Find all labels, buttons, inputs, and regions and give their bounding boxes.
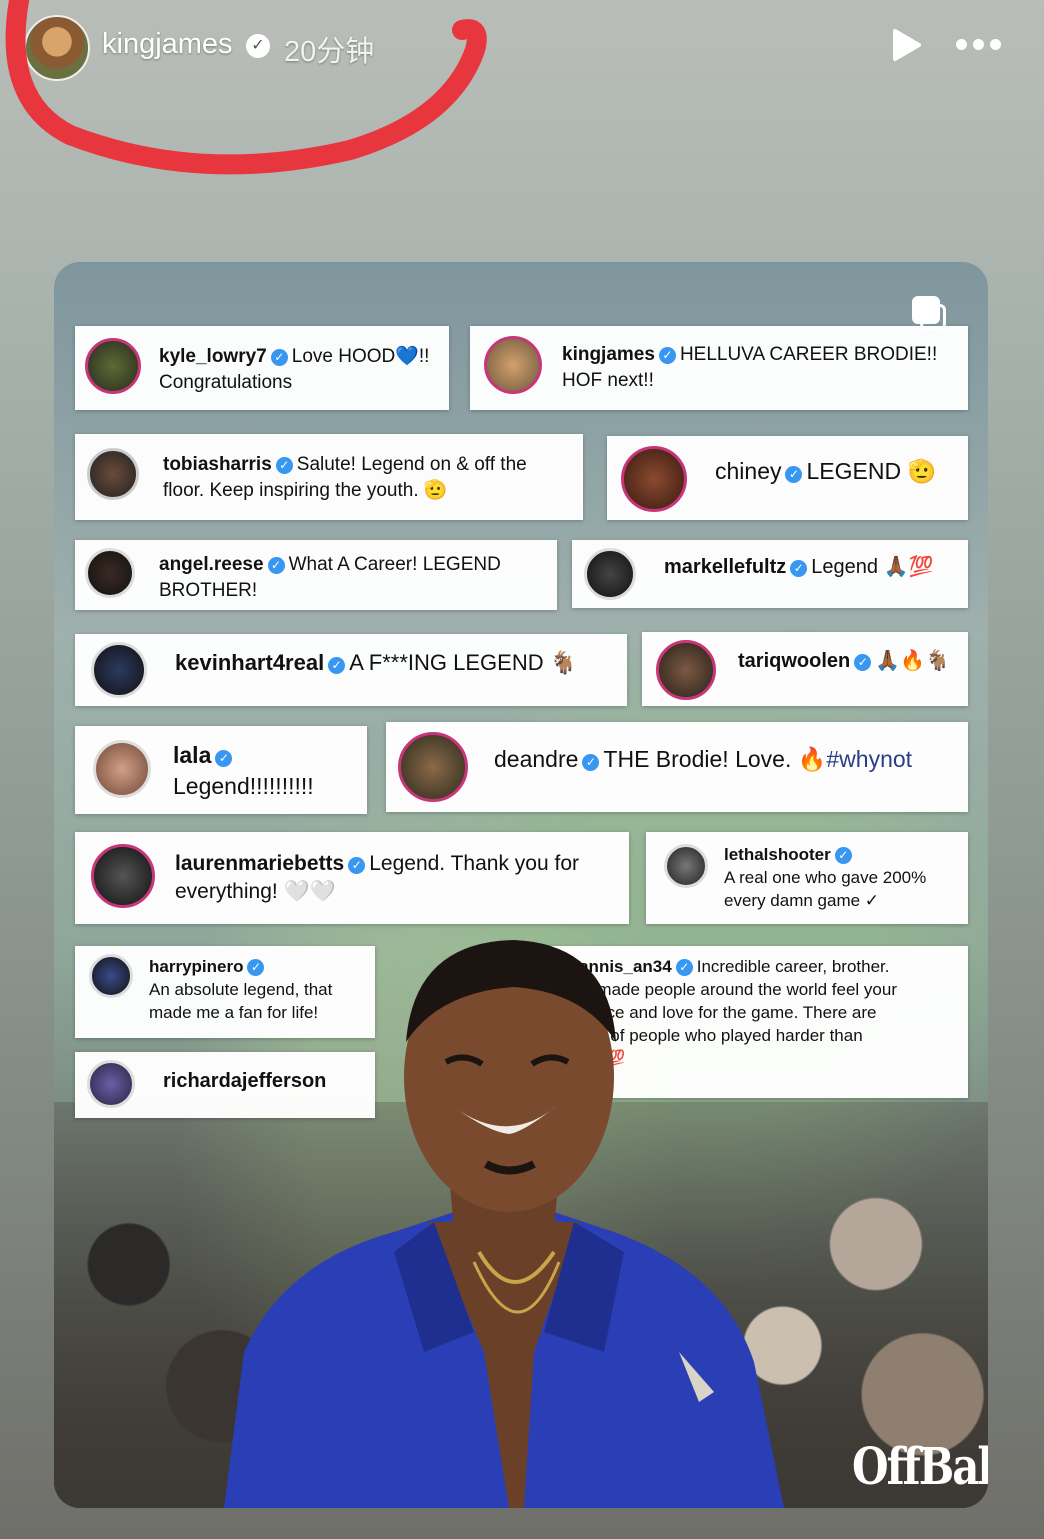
verified-icon: ✓ xyxy=(246,34,270,58)
comment-text: THE Brodie! Love. 🔥 xyxy=(603,746,827,772)
hashtag-link[interactable]: #whynot xyxy=(826,746,912,772)
avatar xyxy=(85,548,135,598)
comment-text: 🙏🏾🔥🐐 xyxy=(875,650,950,672)
avatar xyxy=(91,844,155,908)
comment-text: LEGEND 🫡 xyxy=(806,458,937,484)
comment-username[interactable]: tariqwoolen xyxy=(738,650,850,672)
comment-card: lala ✓ Legend!!!!!!!!!! xyxy=(75,726,367,814)
post-image-card[interactable]: kyle_lowry7 ✓ Love HOOD💙!! Congratulations… xyxy=(54,262,988,1508)
comment-username[interactable]: lala xyxy=(173,742,211,768)
comment-username[interactable]: chiney xyxy=(715,458,781,484)
verified-icon: ✓ xyxy=(658,347,676,364)
avatar xyxy=(85,338,141,394)
avatar xyxy=(664,844,708,888)
comment-text: A F***ING LEGEND 🐐 xyxy=(349,650,578,675)
verified-icon: ✓ xyxy=(275,457,293,474)
verified-icon: ✓ xyxy=(785,466,803,483)
avatar xyxy=(91,642,147,698)
comment-username[interactable]: angel.reese xyxy=(159,554,264,575)
offball-logo: OffBall xyxy=(852,1437,988,1496)
comment-text: BROTHER! xyxy=(159,579,258,601)
avatar xyxy=(89,954,133,998)
avatar xyxy=(398,732,468,802)
comment-card: chiney ✓ LEGEND 🫡 xyxy=(607,436,968,520)
verified-icon: ✓ xyxy=(854,654,872,671)
avatar xyxy=(584,548,636,600)
comment-card: angel.reese ✓ What A Career! LEGEND BROTHE… xyxy=(75,540,557,610)
comment-username[interactable]: tobiasharris xyxy=(163,454,272,475)
comment-text: HOF next!! xyxy=(562,369,654,391)
comment-card: kyle_lowry7 ✓ Love HOOD💙!! Congratulations xyxy=(75,326,449,410)
comment-card: tariqwoolen ✓ 🙏🏾🔥🐐 xyxy=(642,632,968,706)
comment-username[interactable]: lethalshooter xyxy=(724,845,831,864)
comment-text: Legend. Thank you for xyxy=(369,852,579,875)
avatar xyxy=(93,740,151,798)
comment-card: deandre ✓ THE Brodie! Love. 🔥#whynot xyxy=(386,722,968,812)
avatar xyxy=(87,1060,135,1108)
comment-text: HELLUVA CAREER BRODIE!! xyxy=(679,344,938,365)
comment-card: markellefultz ✓ Legend 🙏🏾💯 xyxy=(572,540,968,608)
athlete-photo xyxy=(224,940,784,1508)
verified-icon: ✓ xyxy=(348,857,366,874)
verified-icon: ✓ xyxy=(328,657,346,674)
comment-username[interactable]: markellefultz xyxy=(664,556,786,578)
comment-card: kevinhart4real ✓ A F***ING LEGEND 🐐 xyxy=(75,634,627,706)
comment-text: Congratulations xyxy=(159,371,293,393)
play-icon[interactable] xyxy=(890,28,922,62)
comment-text: Legend 🙏🏾💯 xyxy=(811,556,934,578)
verified-icon: ✓ xyxy=(582,754,600,771)
comment-card: kingjames ✓ HELLUVA CAREER BRODIE!! HOF ne… xyxy=(470,326,968,410)
comment-username[interactable]: kingjames xyxy=(562,344,655,365)
avatar xyxy=(621,446,687,512)
story-header: kingjames ✓ 20分钟 xyxy=(0,0,1044,100)
verified-icon: ✓ xyxy=(790,560,808,577)
comment-username[interactable]: kevinhart4real xyxy=(175,650,324,675)
verified-icon: ✓ xyxy=(215,750,233,767)
avatar xyxy=(87,448,139,500)
comment-text: What A Career! LEGEND xyxy=(288,554,501,575)
comment-text: A real one who gave 200% xyxy=(724,867,927,887)
avatar[interactable] xyxy=(24,15,90,81)
more-icon[interactable] xyxy=(954,30,1002,60)
timestamp: 20分钟 xyxy=(284,36,375,68)
comment-text: floor. Keep inspiring the youth. 🫡 xyxy=(163,479,448,501)
comment-card: lethalshooter ✓ A real one who gave 200% … xyxy=(646,832,968,924)
comment-username[interactable]: deandre xyxy=(494,746,578,772)
avatar xyxy=(656,640,716,700)
comment-text: Salute! Legend on & off the xyxy=(296,454,527,475)
comment-username[interactable]: laurenmariebetts xyxy=(175,852,344,875)
comment-text: everything! 🤍🤍 xyxy=(175,880,336,904)
comment-card: tobiasharris ✓ Salute! Legend on & off the… xyxy=(75,434,583,520)
comment-username[interactable]: kyle_lowry7 xyxy=(159,346,267,367)
verified-icon: ✓ xyxy=(270,349,288,366)
username[interactable]: kingjames xyxy=(102,28,233,61)
comment-text: every damn game ✓ xyxy=(724,890,880,910)
avatar xyxy=(484,336,542,394)
verified-icon: ✓ xyxy=(267,557,285,574)
comment-card: laurenmariebetts ✓ Legend. Thank you for e… xyxy=(75,832,629,924)
comment-text: Love HOOD💙!! xyxy=(291,346,430,367)
comment-text: Legend!!!!!!!!!! xyxy=(173,773,314,800)
verified-icon: ✓ xyxy=(834,847,852,864)
